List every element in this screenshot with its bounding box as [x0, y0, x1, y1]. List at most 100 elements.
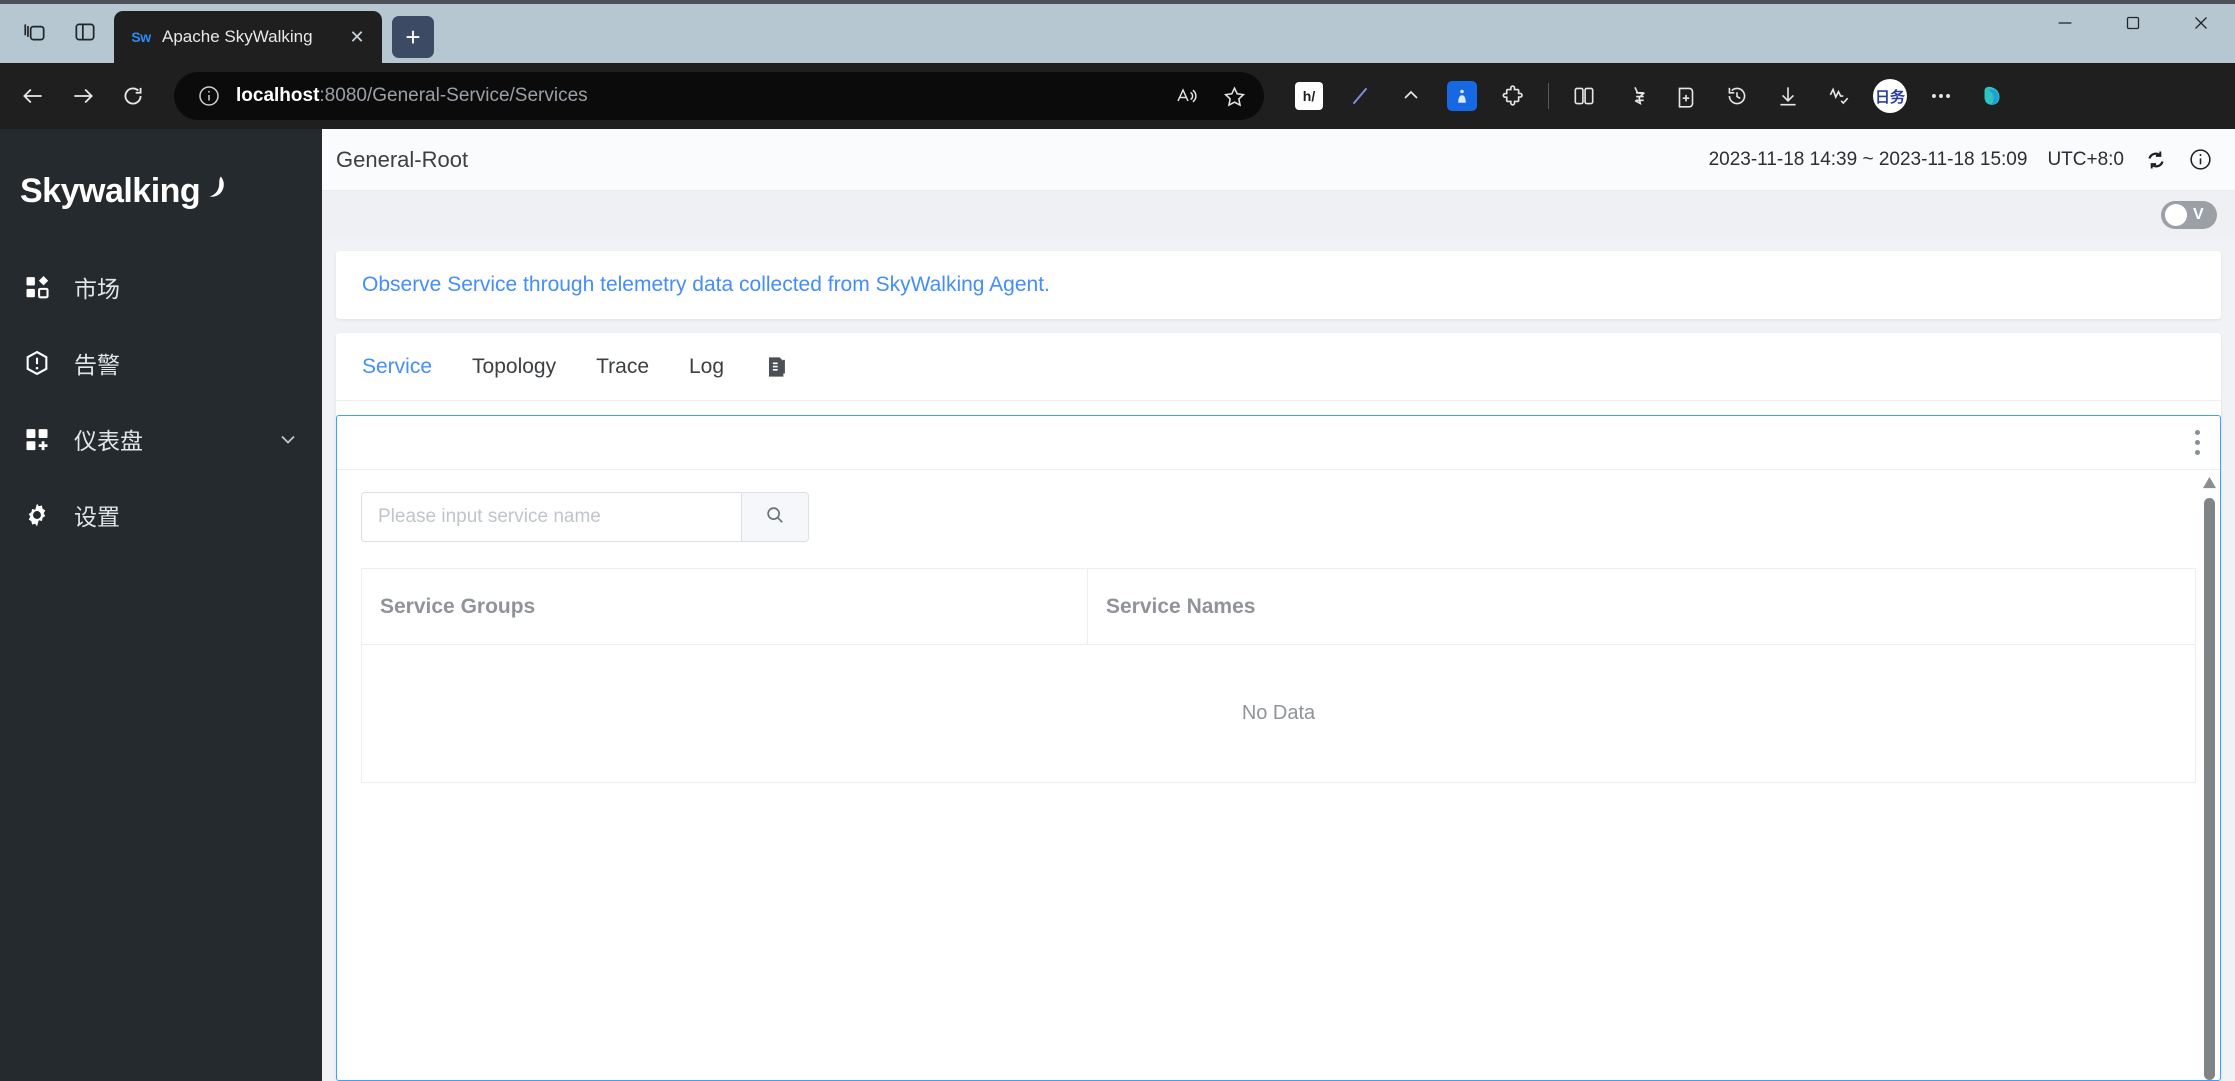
tab-trace[interactable]: Trace: [596, 355, 649, 379]
browser-window: Sw Apache SkyWalking ✕ + localhost:8080/…: [0, 0, 2235, 1081]
time-range-picker[interactable]: 2023-11-18 14:39 ~ 2023-11-18 15:09: [1709, 149, 2028, 171]
sidebar-item-label: 设置: [74, 504, 120, 530]
address-url-text[interactable]: localhost:8080/General-Service/Services: [236, 85, 1152, 107]
toolbar-extensions: h/ 日务: [1286, 73, 2015, 119]
oval-extension-icon[interactable]: 日务: [1867, 73, 1913, 119]
panel-body: Service Groups Service Names No Data: [337, 470, 2220, 1080]
scrollbar-thumb[interactable]: [2203, 498, 2215, 1080]
services-panel: Service Groups Service Names No Data: [336, 415, 2221, 1081]
address-bar[interactable]: localhost:8080/General-Service/Services: [174, 72, 1264, 120]
read-aloud-icon[interactable]: [1166, 76, 1206, 116]
page-title: General-Root: [336, 146, 469, 172]
moon-icon: [196, 172, 230, 211]
tab-title: Apache SkyWalking: [162, 27, 313, 46]
browser-tab[interactable]: Sw Apache SkyWalking ✕: [114, 11, 382, 63]
page-description-banner: Observe Service through telemetry data c…: [336, 251, 2221, 319]
sidebar-nav: 市场 告警 仪表盘 设置: [0, 249, 322, 553]
copilot-icon[interactable]: [1969, 73, 2015, 119]
tab-service[interactable]: Service: [362, 355, 432, 379]
settings-gear-icon: [22, 500, 52, 530]
page-body: Observe Service through telemetry data c…: [322, 239, 2235, 1081]
view-toggle-switch[interactable]: V: [2161, 201, 2217, 229]
extensions-puzzle-icon[interactable]: [1490, 73, 1536, 119]
search-icon: [764, 504, 786, 531]
close-window-button[interactable]: [2167, 0, 2235, 46]
chevron-down-icon[interactable]: [276, 427, 300, 451]
tab-topology[interactable]: Topology: [472, 355, 556, 379]
pen-extension-icon[interactable]: [1337, 73, 1383, 119]
forward-button[interactable]: [60, 73, 106, 119]
new-tab-button[interactable]: +: [392, 16, 434, 58]
blue-badge: [1447, 81, 1477, 111]
search-input[interactable]: [361, 492, 741, 542]
sidebar-item-dashboard[interactable]: 仪表盘: [0, 401, 322, 477]
column-header-service-groups[interactable]: Service Groups: [362, 569, 1088, 644]
chevron-up-icon[interactable]: [1388, 73, 1434, 119]
split-screen-icon[interactable]: [68, 15, 102, 49]
hypothesis-badge: h/: [1295, 82, 1323, 110]
browser-toolbar: localhost:8080/General-Service/Services …: [0, 63, 2235, 129]
page-header-right: 2023-11-18 14:39 ~ 2023-11-18 15:09 UTC+…: [1709, 147, 2213, 172]
skywalking-sidebar: Skywalking 市场 告警 仪表盘 设置: [0, 129, 322, 1081]
brand-name: Skywalking: [20, 171, 201, 210]
scrollbar-track[interactable]: [2203, 498, 2215, 1080]
more-settings-icon[interactable]: [1918, 73, 1964, 119]
favorite-star-icon[interactable]: [1214, 76, 1254, 116]
auto-refresh-icon[interactable]: [2144, 148, 2168, 172]
copy-documents-icon[interactable]: [764, 354, 790, 380]
tab-bar: Service Topology Trace Log: [336, 333, 2221, 401]
search-button[interactable]: [741, 492, 809, 542]
skywalking-logo[interactable]: Skywalking: [0, 147, 322, 223]
kebab-menu-icon[interactable]: [2189, 424, 2206, 461]
table-header-row: Service Groups Service Names: [362, 569, 2195, 645]
site-information-icon[interactable]: [196, 83, 222, 109]
browser-essentials-icon[interactable]: [1816, 73, 1862, 119]
downloads-icon[interactable]: [1765, 73, 1811, 119]
sidebar-item-label: 市场: [74, 276, 120, 302]
service-tab-card: Service Topology Trace Log Please input …: [336, 333, 2221, 1081]
services-table: Service Groups Service Names No Data: [361, 568, 2196, 783]
address-bar-actions: [1166, 76, 1254, 116]
url-host: localhost: [236, 85, 320, 106]
info-circle-icon[interactable]: [2188, 147, 2213, 172]
window-controls: [2031, 0, 2235, 63]
panel-header: [337, 416, 2220, 470]
page-header: General-Root 2023-11-18 14:39 ~ 2023-11-…: [322, 129, 2235, 191]
collections-icon[interactable]: [1612, 73, 1658, 119]
maximize-button[interactable]: [2099, 0, 2167, 46]
toggle-knob: [2165, 204, 2187, 226]
dashboard-icon: [22, 424, 52, 454]
service-search: [361, 492, 809, 542]
timezone-label: UTC+8:0: [2047, 148, 2124, 170]
tab-groups-icon[interactable]: [18, 15, 52, 49]
window-drag-edge: [0, 0, 2235, 4]
table-empty-state: No Data: [362, 645, 2195, 783]
toolbar-divider: [1548, 83, 1549, 109]
reload-button[interactable]: [110, 73, 156, 119]
marketplace-icon: [22, 272, 52, 302]
tab-log[interactable]: Log: [689, 355, 724, 379]
sidebar-item-alarm[interactable]: 告警: [0, 325, 322, 401]
add-to-collection-icon[interactable]: [1663, 73, 1709, 119]
column-header-service-names[interactable]: Service Names: [1088, 569, 2195, 644]
sidebar-item-label: 告警: [74, 352, 120, 378]
view-toggle-row: V: [322, 191, 2235, 239]
tab-close-icon[interactable]: ✕: [344, 24, 370, 50]
back-button[interactable]: [10, 73, 56, 119]
split-screen-icon[interactable]: [1561, 73, 1607, 119]
tabstrip-left-icons: [8, 0, 114, 63]
sidebar-item-settings[interactable]: 设置: [0, 477, 322, 553]
url-path: :8080/General-Service/Services: [319, 85, 588, 106]
main-content: General-Root 2023-11-18 14:39 ~ 2023-11-…: [322, 129, 2235, 1081]
minimize-button[interactable]: [2031, 0, 2099, 46]
scroll-up-arrow-icon[interactable]: [2202, 476, 2217, 494]
sidebar-item-marketplace[interactable]: 市场: [0, 249, 322, 325]
oval-badge: 日务: [1873, 79, 1907, 113]
panel-scrollbar[interactable]: [2202, 476, 2216, 1080]
history-icon[interactable]: [1714, 73, 1760, 119]
browser-tab-strip: Sw Apache SkyWalking ✕ +: [0, 0, 2235, 63]
blue-extension-icon[interactable]: [1439, 73, 1485, 119]
toggle-label: V: [2193, 206, 2204, 223]
skywalking-favicon: Sw: [130, 26, 152, 48]
hypothesis-extension-icon[interactable]: h/: [1286, 73, 1332, 119]
